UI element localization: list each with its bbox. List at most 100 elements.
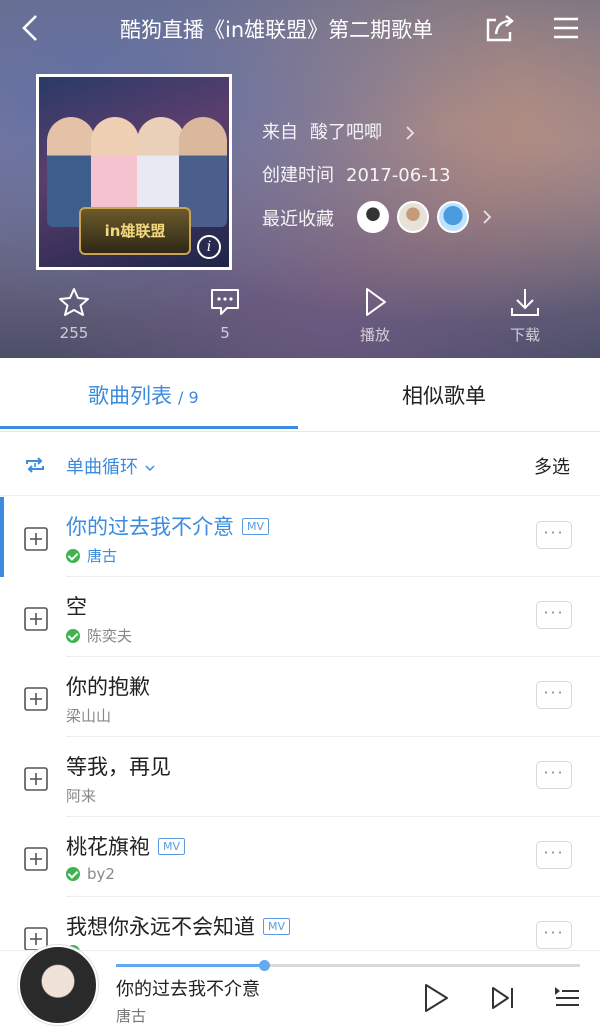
next-track-icon[interactable]: [490, 985, 516, 1011]
chevron-right-icon: [483, 210, 492, 224]
download-label: 下载: [509, 326, 540, 344]
song-title: 空: [66, 591, 87, 621]
favorite-button[interactable]: 255: [34, 286, 114, 350]
add-icon[interactable]: [24, 687, 48, 711]
more-options-button[interactable]: ···: [536, 521, 572, 549]
song-row[interactable]: 桃花旗袍 MV by2 ···: [0, 817, 600, 897]
created-label: 创建时间: [262, 165, 334, 186]
playlist-header: 酷狗直播《in雄联盟》第二期歌单 in雄联盟 i 来自 酸了吧唧 创建时间 20…: [0, 0, 600, 358]
progress-knob[interactable]: [259, 960, 271, 971]
chevron-right-icon: [406, 126, 415, 140]
now-playing-indicator: [0, 497, 4, 577]
progress-fill: [116, 964, 265, 967]
share-button[interactable]: [482, 10, 518, 46]
mv-badge[interactable]: MV: [263, 918, 291, 935]
progress-bar[interactable]: [116, 960, 580, 971]
song-artist-row: 唐古: [66, 545, 117, 566]
comment-count: 5: [220, 324, 230, 342]
play-mode-label: 单曲循环: [66, 457, 138, 478]
star-icon: [59, 288, 89, 316]
multi-select-button[interactable]: 多选: [534, 453, 570, 479]
play-icon[interactable]: [422, 983, 450, 1013]
playlist-cover[interactable]: in雄联盟 i: [36, 74, 232, 270]
created-date: 2017-06-13: [346, 165, 451, 186]
play-all-button[interactable]: 播放: [335, 286, 415, 350]
song-title: 我想你永远不会知道 MV: [66, 911, 291, 941]
creator-name: 酸了吧唧: [310, 122, 382, 143]
share-icon: [486, 15, 514, 42]
tab-song-list[interactable]: 歌曲列表 / 9: [88, 380, 199, 410]
song-title-text: 你的抱歉: [66, 675, 150, 699]
song-title-text: 空: [66, 595, 87, 619]
song-row[interactable]: 空陈奕夫 ···: [0, 577, 600, 657]
song-artist: 陈奕夫: [87, 627, 133, 645]
now-playing-cover[interactable]: [18, 945, 98, 1025]
more-options-button[interactable]: ···: [536, 681, 572, 709]
song-title-text: 我想你永远不会知道: [66, 915, 255, 939]
menu-button[interactable]: [548, 10, 584, 46]
info-icon[interactable]: i: [197, 235, 221, 259]
chevron-left-icon: [22, 15, 37, 41]
add-icon[interactable]: [24, 527, 48, 551]
song-row[interactable]: 等我，再见阿来 ···: [0, 737, 600, 817]
song-count: / 9: [178, 388, 199, 407]
avatar[interactable]: [397, 201, 429, 233]
song-artist: 阿来: [66, 787, 97, 805]
downloaded-check-icon: [66, 628, 80, 643]
song-artist: 梁山山: [66, 707, 112, 725]
tab-bar: 歌曲列表 / 9 相似歌单: [0, 358, 600, 432]
song-title-text: 你的过去我不介意: [66, 515, 234, 539]
collector-avatars[interactable]: [357, 200, 497, 234]
favorite-count: 255: [59, 324, 89, 342]
more-options-button[interactable]: ···: [536, 841, 572, 869]
downloaded-check-icon: [66, 548, 80, 563]
back-button[interactable]: [14, 10, 50, 46]
created-row: 创建时间 2017-06-13: [262, 161, 463, 187]
song-title-text: 等我，再见: [66, 755, 171, 779]
song-title-text: 桃花旗袍: [66, 835, 150, 859]
avatar[interactable]: [357, 201, 389, 233]
top-bar: 酷狗直播《in雄联盟》第二期歌单: [0, 0, 600, 56]
creator-row[interactable]: 来自 酸了吧唧: [262, 118, 420, 144]
playlist-queue-icon[interactable]: [554, 985, 580, 1011]
song-title: 你的抱歉: [66, 671, 150, 701]
play-label: 播放: [359, 326, 390, 344]
song-row[interactable]: 你的抱歉梁山山 ···: [0, 657, 600, 737]
play-icon: [366, 288, 386, 316]
play-mode-dropdown[interactable]: 单曲循环: [66, 453, 156, 479]
play-mode-bar: 单曲循环 多选: [0, 434, 600, 496]
add-icon[interactable]: [24, 767, 48, 791]
download-icon: [511, 289, 539, 316]
repeat-one-icon[interactable]: [22, 452, 48, 478]
more-options-button[interactable]: ···: [536, 921, 572, 949]
song-artist: 唐古: [87, 547, 118, 565]
more-options-button[interactable]: ···: [536, 601, 572, 629]
chevron-down-icon: [145, 465, 155, 472]
avatar[interactable]: [437, 201, 469, 233]
now-playing-artist: 唐古: [116, 1007, 147, 1025]
now-playing-title: 你的过去我不介意: [116, 979, 260, 1000]
add-icon[interactable]: [24, 607, 48, 631]
mv-badge[interactable]: MV: [158, 838, 186, 855]
comment-icon: [211, 289, 239, 315]
active-tab-indicator: [0, 426, 298, 429]
song-artist-row: 阿来: [66, 785, 96, 806]
tab-similar-playlists[interactable]: 相似歌单: [402, 380, 486, 410]
recent-collectors-row: 最近收藏: [262, 205, 346, 231]
downloaded-check-icon: [66, 867, 80, 881]
add-icon[interactable]: [24, 847, 48, 871]
page-title: 酷狗直播《in雄联盟》第二期歌单: [120, 18, 434, 42]
more-options-button[interactable]: ···: [536, 761, 572, 789]
collect-label: 最近收藏: [262, 209, 334, 230]
mv-badge[interactable]: MV: [242, 518, 270, 535]
song-row[interactable]: 你的过去我不介意 MV 唐古 ···: [0, 497, 600, 577]
tab-song-list-label: 歌曲列表: [88, 384, 172, 408]
song-artist-row: 梁山山: [66, 705, 111, 726]
download-button[interactable]: 下载: [485, 286, 565, 350]
hamburger-menu-icon: [554, 17, 578, 39]
mini-player[interactable]: 你的过去我不介意 唐古: [0, 945, 600, 1033]
comment-button[interactable]: 5: [185, 286, 265, 350]
song-artist: by2: [87, 865, 115, 883]
song-title: 你的过去我不介意 MV: [66, 511, 270, 541]
song-title: 等我，再见: [66, 751, 171, 781]
